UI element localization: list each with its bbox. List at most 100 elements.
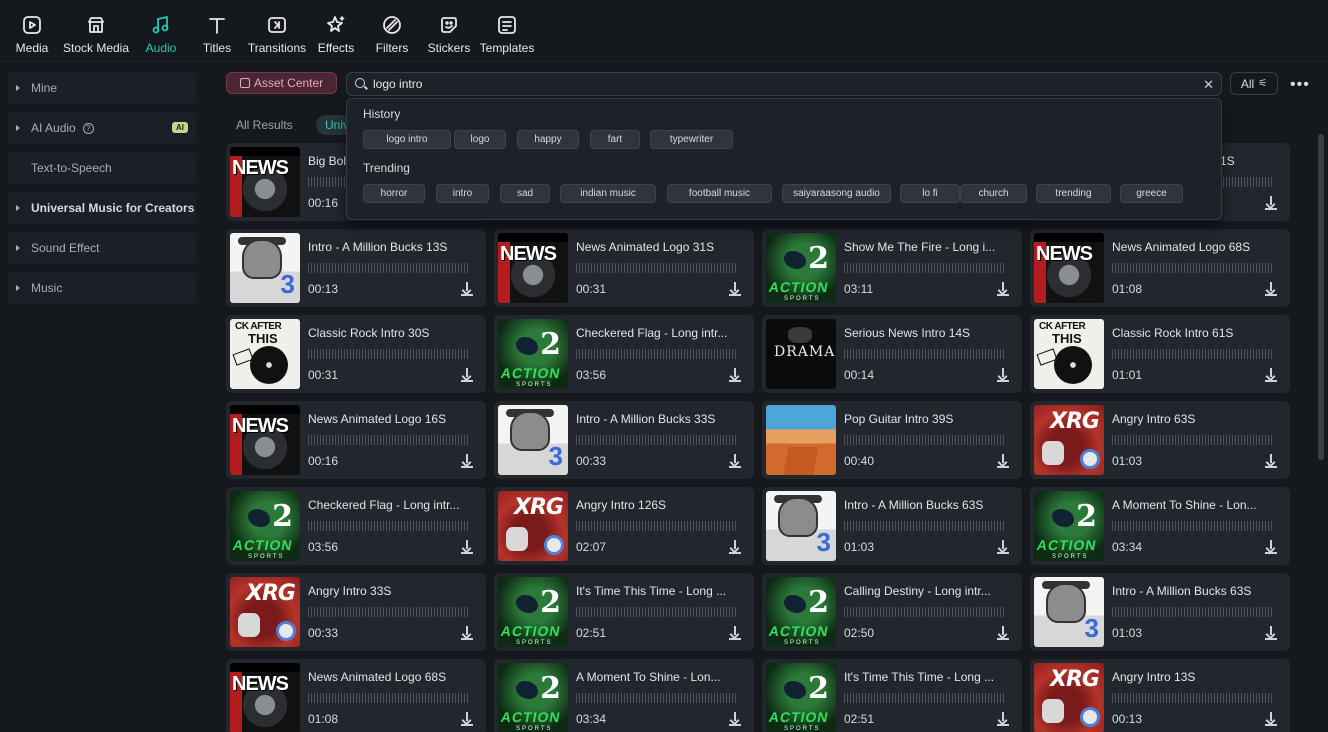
thumb-rider [784, 595, 806, 613]
audio-card[interactable]: XRG Angry Intro 33S 00:33 [226, 573, 486, 651]
trending-chip[interactable]: church [960, 184, 1027, 203]
audio-card[interactable]: 2 ACTION SPORTS A Moment To Shine - Lon... 0… [494, 659, 754, 732]
sidebar-item-universal-music[interactable]: Universal Music for Creators [8, 192, 196, 224]
thumb-rider [1052, 509, 1074, 527]
download-icon[interactable] [461, 368, 473, 382]
audio-card[interactable]: Pop Guitar Intro 39S 00:40 [762, 401, 1022, 479]
download-icon[interactable] [997, 626, 1009, 640]
trending-chip[interactable]: saiyaraasong audio [782, 184, 891, 203]
sidebar-item-mine[interactable]: Mine [8, 72, 196, 104]
download-icon[interactable] [461, 282, 473, 296]
download-icon[interactable] [1265, 282, 1277, 296]
download-icon[interactable] [997, 454, 1009, 468]
thumb-num: 3 [548, 441, 563, 471]
audio-duration: 00:33 [576, 454, 607, 468]
history-chip[interactable]: typewriter [650, 130, 733, 149]
thumb-road [766, 447, 836, 475]
trending-chip[interactable]: trending [1036, 184, 1111, 203]
download-icon[interactable] [1265, 626, 1277, 640]
tab-all-results[interactable]: All Results [236, 118, 293, 132]
waveform [308, 607, 468, 617]
download-icon[interactable] [729, 712, 741, 726]
history-chip[interactable]: happy [517, 130, 579, 149]
sidebar-item-ai-audio[interactable]: AI Audio ? AI [8, 112, 196, 144]
download-icon[interactable] [997, 282, 1009, 296]
album-art-thumbnail: NEWS [230, 663, 300, 732]
download-icon[interactable] [461, 454, 473, 468]
waveform [1112, 693, 1272, 703]
audio-card[interactable]: XRG Angry Intro 126S 02:07 [494, 487, 754, 565]
help-icon[interactable]: ? [82, 122, 94, 134]
history-chip[interactable]: logo intro [363, 130, 451, 149]
download-icon[interactable] [1265, 368, 1277, 382]
audio-card[interactable]: 3 Intro - A Million Bucks 13S 00:13 [226, 229, 486, 307]
thumb-word: ACTION [499, 365, 563, 381]
sidebar-item-sound-effect[interactable]: Sound Effect [8, 232, 196, 264]
download-icon[interactable] [997, 712, 1009, 726]
tool-templates[interactable]: Templates [467, 14, 547, 55]
more-options-icon[interactable]: ••• [1290, 76, 1310, 94]
audio-card[interactable]: NEWS News Animated Logo 68S 01:08 [226, 659, 486, 732]
audio-card[interactable]: 2 ACTION SPORTS Calling Destiny - Long intr… [762, 573, 1022, 651]
download-icon[interactable] [729, 368, 741, 382]
download-icon[interactable] [729, 626, 741, 640]
filter-dropdown[interactable]: All ⚟ [1230, 72, 1278, 95]
download-icon[interactable] [997, 540, 1009, 554]
audio-card[interactable]: 3 Intro - A Million Bucks 33S 00:33 [494, 401, 754, 479]
search-input[interactable] [373, 75, 1193, 93]
audio-card[interactable]: 3 Intro - A Million Bucks 63S 01:03 [1030, 573, 1290, 651]
trending-chip[interactable]: sad [500, 184, 550, 203]
waveform [1112, 263, 1272, 273]
clear-search-icon[interactable]: ✕ [1203, 77, 1214, 93]
audio-title: A Moment To Shine - Lon... [576, 670, 721, 684]
download-icon[interactable] [1265, 712, 1277, 726]
trending-chip[interactable]: indian music [560, 184, 656, 203]
thumb-rider [248, 509, 270, 527]
download-icon[interactable] [1265, 196, 1277, 210]
audio-card[interactable]: NEWS News Animated Logo 68S 01:08 [1030, 229, 1290, 307]
album-art-thumbnail: CK AFTER THIS [1034, 319, 1104, 389]
thumb-rider [516, 595, 538, 613]
download-icon[interactable] [729, 282, 741, 296]
download-icon[interactable] [1265, 540, 1277, 554]
trending-chip[interactable]: intro [436, 184, 489, 203]
waveform [844, 521, 1004, 531]
audio-card[interactable]: DRAMA Serious News Intro 14S 00:14 [762, 315, 1022, 393]
scrollbar[interactable] [1318, 134, 1324, 460]
audio-card[interactable]: XRG Angry Intro 13S 00:13 [1030, 659, 1290, 732]
audio-card[interactable]: 2 ACTION SPORTS It's Time This Time - Long … [762, 659, 1022, 732]
trending-chip[interactable]: football music [667, 184, 772, 203]
audio-card[interactable]: 2 ACTION SPORTS Checkered Flag - Long intr.… [494, 315, 754, 393]
audio-card[interactable]: 3 Intro - A Million Bucks 63S 01:03 [762, 487, 1022, 565]
sidebar-item-text-to-speech[interactable]: Text-to-Speech [8, 152, 196, 184]
audio-title: 1S [1220, 154, 1235, 168]
audio-card[interactable]: XRG Angry Intro 63S 01:03 [1030, 401, 1290, 479]
audio-card[interactable]: 2 ACTION SPORTS Checkered Flag - Long intr.… [226, 487, 486, 565]
sidebar-item-music[interactable]: Music [8, 272, 196, 304]
audio-card[interactable]: 2 ACTION SPORTS A Moment To Shine - Lon... 0… [1030, 487, 1290, 565]
audio-card[interactable]: 2 ACTION SPORTS Show Me The Fire - Long i..… [762, 229, 1022, 307]
history-chip[interactable]: logo [454, 130, 506, 149]
thumb-band [230, 147, 300, 156]
waveform [1112, 521, 1272, 531]
download-icon[interactable] [461, 540, 473, 554]
history-chip[interactable]: fart [590, 130, 640, 149]
download-icon[interactable] [729, 540, 741, 554]
thumb-band [1034, 233, 1104, 242]
album-art-thumbnail: 2 ACTION SPORTS [766, 233, 836, 303]
audio-card[interactable]: NEWS News Animated Logo 16S 00:16 [226, 401, 486, 479]
audio-card[interactable]: CK AFTER THIS Classic Rock Intro 61S 01:01 [1030, 315, 1290, 393]
download-icon[interactable] [729, 454, 741, 468]
audio-card[interactable]: CK AFTER THIS Classic Rock Intro 30S 00:31 [226, 315, 486, 393]
download-icon[interactable] [461, 712, 473, 726]
thumb-word: ACTION [231, 537, 295, 553]
asset-center-button[interactable]: Asset Center [226, 72, 337, 94]
audio-card[interactable]: NEWS News Animated Logo 31S 00:31 [494, 229, 754, 307]
download-icon[interactable] [1265, 454, 1277, 468]
trending-chip[interactable]: lo fi [900, 184, 960, 203]
download-icon[interactable] [461, 626, 473, 640]
trending-chip[interactable]: greece [1120, 184, 1183, 203]
download-icon[interactable] [997, 368, 1009, 382]
trending-chip[interactable]: horror [363, 184, 425, 203]
audio-card[interactable]: 2 ACTION SPORTS It's Time This Time - Long … [494, 573, 754, 651]
